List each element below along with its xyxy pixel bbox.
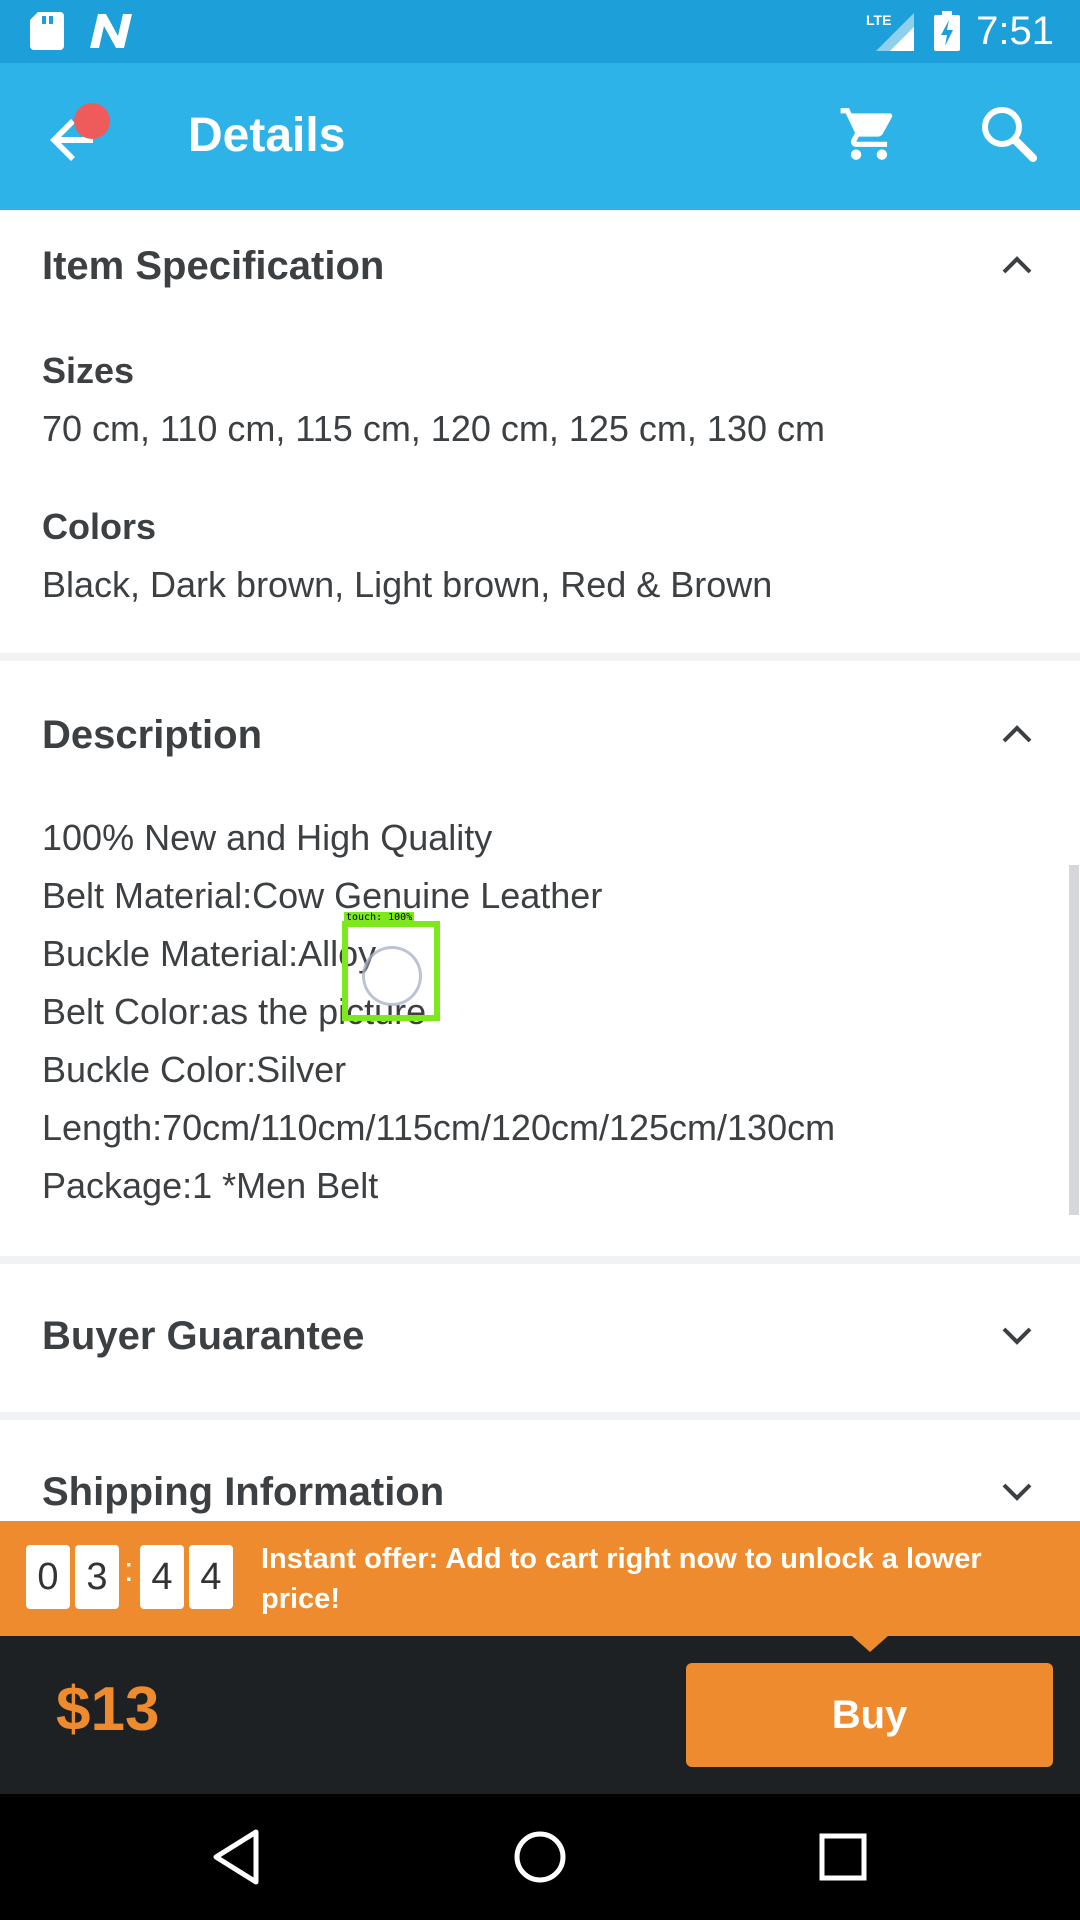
cart-icon xyxy=(840,108,893,160)
countdown-digit: 3 xyxy=(75,1545,119,1609)
search-button[interactable] xyxy=(978,103,1040,165)
search-icon xyxy=(982,107,1037,162)
touch-point xyxy=(362,946,422,1006)
notification-dot xyxy=(74,103,110,139)
cart-button[interactable] xyxy=(838,103,900,165)
item-specification-title[interactable]: Item Specification xyxy=(42,244,384,289)
details-content[interactable]: Item Specification Sizes 70 cm, 110 cm, … xyxy=(0,210,1080,1520)
buyer-guarantee-title[interactable]: Buyer Guarantee xyxy=(42,1314,364,1359)
back-triangle-icon[interactable] xyxy=(204,1824,270,1890)
app-bar: Details xyxy=(0,63,1080,210)
section-divider xyxy=(0,1412,1080,1420)
description-line: 100% New and High Quality xyxy=(42,817,493,858)
lte-signal-icon: LTE xyxy=(866,12,915,51)
battery-charging-icon xyxy=(934,11,961,51)
offer-pointer xyxy=(852,1636,888,1652)
status-bar: LTE 7:51 xyxy=(0,0,1080,63)
section-divider xyxy=(0,1256,1080,1264)
home-circle-icon[interactable] xyxy=(507,1824,573,1890)
network-label: LTE xyxy=(866,12,891,28)
chevron-down-icon[interactable] xyxy=(998,1472,1036,1510)
sizes-label: Sizes xyxy=(42,350,135,391)
item-specification-section: Item Specification Sizes 70 cm, 110 cm, … xyxy=(0,210,1080,658)
instant-offer-banner[interactable]: 0 3 : 4 4 Instant offer: Add to cart rig… xyxy=(0,1521,1080,1636)
shipping-information-title[interactable]: Shipping Information xyxy=(42,1470,444,1515)
countdown-separator: : xyxy=(124,1551,134,1589)
chevron-up-icon[interactable] xyxy=(998,246,1036,284)
description-title[interactable]: Description xyxy=(42,713,262,758)
scrollbar[interactable] xyxy=(1069,865,1079,1215)
buy-button[interactable]: Buy xyxy=(686,1663,1053,1767)
shipping-information-section[interactable]: Shipping Information xyxy=(0,1420,1080,1520)
sizes-value: 70 cm, 110 cm, 115 cm, 120 cm, 125 cm, 1… xyxy=(42,408,825,449)
purchase-bar: $13 Buy xyxy=(0,1636,1080,1794)
system-nav-bar xyxy=(0,1794,1080,1920)
description-line: Package:1 *Men Belt xyxy=(42,1165,379,1206)
description-line: Buckle Material:Alloy xyxy=(42,933,377,974)
offer-message: Instant offer: Add to cart right now to … xyxy=(261,1543,982,1615)
price: $13 xyxy=(56,1675,160,1744)
colors-value: Black, Dark brown, Light brown, Red & Br… xyxy=(42,564,773,605)
section-divider xyxy=(0,653,1080,661)
countdown-digit: 0 xyxy=(26,1545,70,1609)
countdown-digit: 4 xyxy=(140,1545,184,1609)
buyer-guarantee-section[interactable]: Buyer Guarantee xyxy=(0,1264,1080,1412)
page-title: Details xyxy=(188,109,346,162)
recents-square-icon[interactable] xyxy=(810,1824,876,1890)
description-line: Length:70cm/110cm/115cm/120cm/125cm/130c… xyxy=(42,1107,836,1148)
description-line: Belt Material:Cow Genuine Leather xyxy=(42,875,603,916)
sd-card-icon xyxy=(30,12,64,50)
n-logo-icon xyxy=(90,14,132,48)
back-button[interactable] xyxy=(44,103,114,173)
chevron-up-icon[interactable] xyxy=(998,715,1036,753)
colors-label: Colors xyxy=(42,506,157,547)
chevron-down-icon[interactable] xyxy=(998,1316,1036,1354)
clock: 7:51 xyxy=(976,9,1054,53)
description-line: Buckle Color:Silver xyxy=(42,1049,347,1090)
countdown-digit: 4 xyxy=(189,1545,233,1609)
